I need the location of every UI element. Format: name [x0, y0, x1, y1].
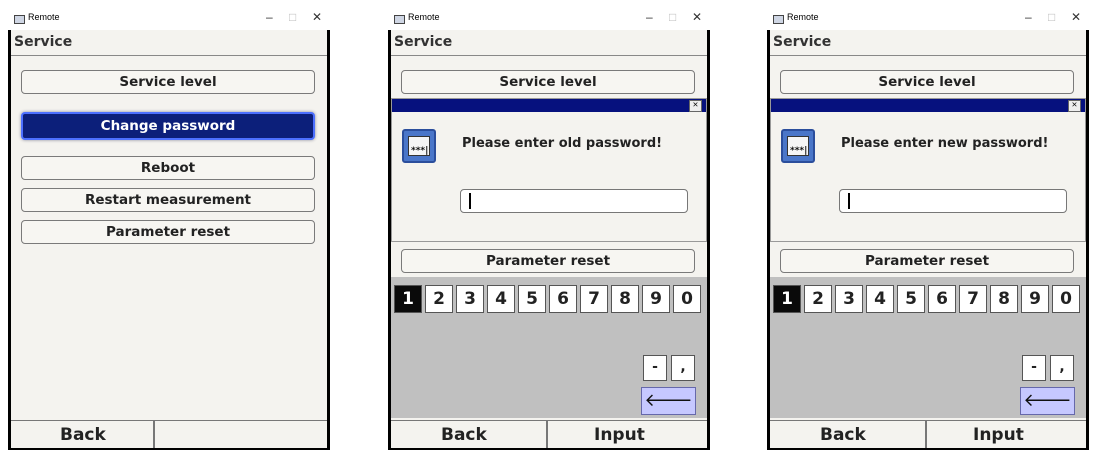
app-icon	[773, 15, 784, 24]
remote-window-2: Remote – □ ✕ Service Service level ✕ ***…	[388, 8, 710, 450]
key-3[interactable]: 3	[456, 285, 484, 313]
arrow-left-icon: 🡐	[644, 390, 693, 411]
key-4[interactable]: 4	[866, 285, 894, 313]
window-titlebar: Remote – □ ✕	[767, 8, 1089, 30]
service-level-button[interactable]: Service level	[401, 70, 695, 94]
key-comma[interactable]: ,	[1050, 355, 1074, 381]
arrow-left-icon: 🡐	[1023, 390, 1072, 411]
window-titlebar: Remote – □ ✕	[388, 8, 710, 30]
text-caret	[848, 193, 850, 209]
app-icon	[394, 15, 405, 24]
window-titlebar: Remote – □ ✕	[8, 8, 330, 30]
key-minus[interactable]: -	[643, 355, 667, 381]
numeric-keypad: 1 2 3 4 5 6 7 8 9 0 - , 🡐	[391, 277, 707, 418]
page-title: Service	[11, 30, 327, 56]
key-8[interactable]: 8	[990, 285, 1018, 313]
input-softkey[interactable]: Input	[547, 421, 707, 448]
maximize-icon[interactable]: □	[669, 10, 676, 24]
password-icon-text: ***|	[408, 136, 430, 156]
device-screen: Service Service level Change password Re…	[11, 30, 327, 448]
minimize-icon[interactable]: –	[646, 10, 653, 24]
password-icon: ***|	[402, 129, 436, 163]
password-dialog: ✕ ***| Please enter new password!	[770, 98, 1086, 242]
softkey-bar: Back	[11, 420, 327, 448]
dialog-titlebar	[771, 99, 1085, 112]
page-title: Service	[770, 30, 1086, 56]
backspace-key[interactable]: 🡐	[1020, 387, 1075, 415]
key-3[interactable]: 3	[835, 285, 863, 313]
key-5[interactable]: 5	[518, 285, 546, 313]
key-minus[interactable]: -	[1022, 355, 1046, 381]
password-input[interactable]	[460, 189, 688, 213]
password-dialog: ✕ ***| Please enter old password!	[391, 98, 707, 242]
key-9[interactable]: 9	[1021, 285, 1049, 313]
backspace-key[interactable]: 🡐	[641, 387, 696, 415]
input-softkey[interactable]: Input	[926, 421, 1086, 448]
softkey-bar: Back Input	[770, 420, 1086, 448]
close-icon[interactable]: ✕	[312, 10, 322, 24]
close-icon[interactable]: ✕	[692, 10, 702, 24]
dialog-close-icon[interactable]: ✕	[1068, 100, 1081, 112]
key-7[interactable]: 7	[959, 285, 987, 313]
back-softkey[interactable]: Back	[11, 421, 154, 448]
key-2[interactable]: 2	[804, 285, 832, 313]
password-input[interactable]	[839, 189, 1067, 213]
maximize-icon[interactable]: □	[289, 10, 296, 24]
dialog-message: Please enter new password!	[841, 136, 1049, 151]
key-6[interactable]: 6	[549, 285, 577, 313]
back-softkey[interactable]: Back	[391, 421, 547, 448]
key-9[interactable]: 9	[642, 285, 670, 313]
close-icon[interactable]: ✕	[1071, 10, 1081, 24]
key-0[interactable]: 0	[673, 285, 701, 313]
back-softkey[interactable]: Back	[770, 421, 926, 448]
key-0[interactable]: 0	[1052, 285, 1080, 313]
parameter-reset-button[interactable]: Parameter reset	[21, 220, 315, 244]
maximize-icon[interactable]: □	[1048, 10, 1055, 24]
password-icon: ***|	[781, 129, 815, 163]
key-7[interactable]: 7	[580, 285, 608, 313]
key-1[interactable]: 1	[773, 285, 801, 313]
page-title: Service	[391, 30, 707, 56]
minimize-icon[interactable]: –	[1025, 10, 1032, 24]
numeric-keypad: 1 2 3 4 5 6 7 8 9 0 - , 🡐	[770, 277, 1086, 418]
window-title: Remote	[408, 12, 440, 22]
key-comma[interactable]: ,	[671, 355, 695, 381]
remote-window-3: Remote – □ ✕ Service Service level ✕ ***…	[767, 8, 1089, 450]
text-caret	[469, 193, 471, 209]
device-screen: Service Service level ✕ ***| Please ente…	[391, 30, 707, 448]
dialog-titlebar	[392, 99, 706, 112]
key-4[interactable]: 4	[487, 285, 515, 313]
window-title: Remote	[787, 12, 819, 22]
remote-window-1: Remote – □ ✕ Service Service level Chang…	[8, 8, 330, 450]
key-2[interactable]: 2	[425, 285, 453, 313]
parameter-reset-button[interactable]: Parameter reset	[401, 249, 695, 273]
key-8[interactable]: 8	[611, 285, 639, 313]
dialog-message: Please enter old password!	[462, 136, 663, 151]
key-5[interactable]: 5	[897, 285, 925, 313]
reboot-button[interactable]: Reboot	[21, 156, 315, 180]
key-1[interactable]: 1	[394, 285, 422, 313]
restart-measurement-button[interactable]: Restart measurement	[21, 188, 315, 212]
parameter-reset-button[interactable]: Parameter reset	[780, 249, 1074, 273]
softkey-bar: Back Input	[391, 420, 707, 448]
password-icon-text: ***|	[787, 136, 809, 156]
dialog-close-icon[interactable]: ✕	[689, 100, 702, 112]
service-level-button[interactable]: Service level	[780, 70, 1074, 94]
change-password-button[interactable]: Change password	[21, 112, 315, 140]
service-level-button[interactable]: Service level	[21, 70, 315, 94]
device-screen: Service Service level ✕ ***| Please ente…	[770, 30, 1086, 448]
app-icon	[14, 15, 25, 24]
key-6[interactable]: 6	[928, 285, 956, 313]
window-title: Remote	[28, 12, 60, 22]
empty-softkey[interactable]	[154, 421, 327, 448]
minimize-icon[interactable]: –	[266, 10, 273, 24]
